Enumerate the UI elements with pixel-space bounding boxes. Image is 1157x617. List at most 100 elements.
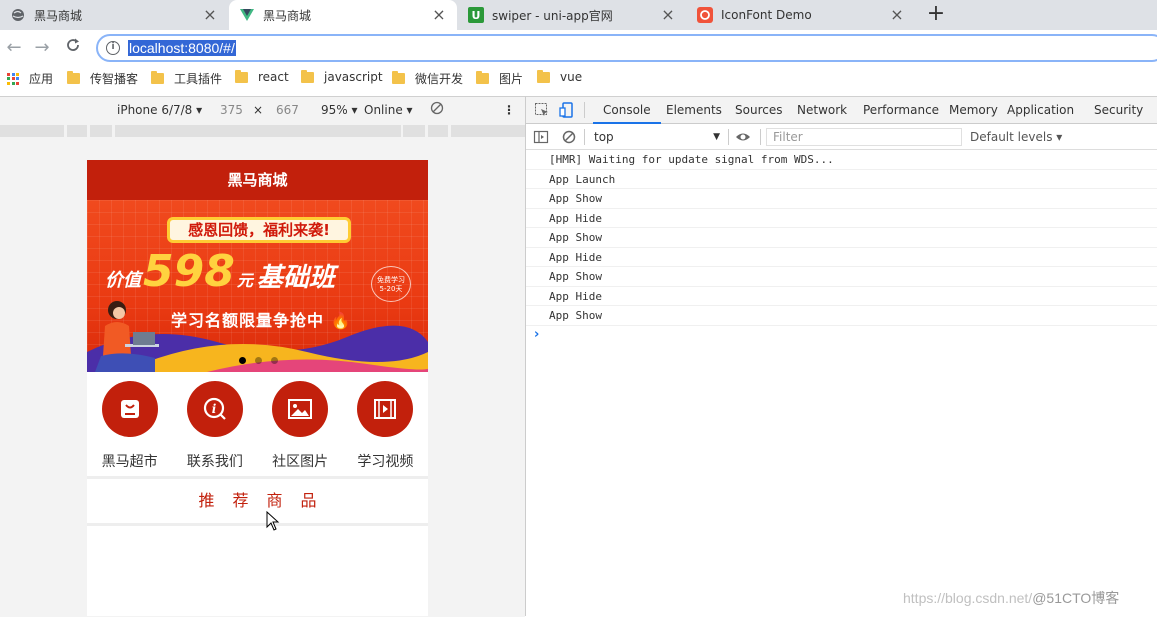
info-icon: i	[186, 381, 243, 437]
close-tab-icon[interactable]: ×	[660, 7, 676, 23]
site-info-icon[interactable]: i	[106, 41, 120, 55]
bookmarks-bar: 应用 传智播客 工具插件 react javascript 微信开发 图片 vu…	[0, 66, 1157, 92]
bookmark-label: javascript	[324, 70, 383, 84]
bookmark-folder[interactable]: 传智播客	[67, 70, 138, 87]
swiper-dot-active[interactable]	[239, 357, 246, 364]
media-query-ruler[interactable]	[0, 125, 525, 137]
browser-toolbar: ← → i localhost:8080/#/	[0, 30, 1157, 66]
more-options-icon[interactable]: ⋮	[503, 103, 515, 117]
browser-tab-1[interactable]: 黑马商城 ×	[0, 0, 228, 30]
device-toggle-icon[interactable]	[559, 102, 575, 118]
console-message: App Launch	[526, 170, 1157, 189]
bookmark-folder[interactable]: javascript	[301, 69, 383, 84]
tab-console[interactable]: Console	[593, 97, 661, 124]
new-tab-button[interactable]: +	[924, 3, 948, 27]
address-bar[interactable]: i localhost:8080/#/	[96, 34, 1157, 62]
console-message: App Show	[526, 267, 1157, 287]
console-prompt[interactable]: ›	[526, 326, 1157, 344]
banner-swiper[interactable]: 感恩回馈，福利来袭! 价值 598 元 基础班 免费学习 5-20天 学习名额限…	[87, 200, 428, 372]
device-toolbar: iPhone 6/7/8 ▾ 375 × 667 95% ▾ Online ▾ …	[0, 97, 525, 123]
folder-icon	[476, 71, 489, 84]
bookmark-apps[interactable]: 应用	[7, 70, 53, 87]
nav-item-supermarket[interactable]: 黑马超市	[87, 372, 172, 476]
device-select[interactable]: iPhone 6/7/8 ▾	[117, 103, 202, 117]
picture-icon	[272, 381, 329, 437]
swiper-indicator[interactable]	[239, 357, 278, 364]
device-width-input[interactable]: 375	[220, 103, 243, 117]
console-message: App Show	[526, 228, 1157, 248]
svg-text:U: U	[472, 9, 481, 22]
reload-button[interactable]	[61, 36, 85, 60]
reload-icon	[67, 38, 79, 51]
tab-security[interactable]: Security	[1094, 97, 1143, 124]
close-tab-icon[interactable]: ×	[889, 7, 905, 23]
folder-icon	[67, 71, 80, 84]
uniapp-logo-icon: U	[468, 7, 484, 23]
close-tab-icon[interactable]: ×	[202, 7, 218, 23]
rotate-icon[interactable]	[430, 101, 444, 118]
banner-headline: 感恩回馈，福利来袭!	[167, 217, 351, 243]
tab-sources[interactable]: Sources	[735, 97, 782, 124]
network-throttle-select[interactable]: Online ▾	[364, 103, 413, 117]
zoom-select[interactable]: 95% ▾	[321, 103, 358, 117]
browser-tab-4[interactable]: IconFont Demo ×	[687, 0, 915, 30]
folder-icon	[151, 71, 164, 84]
bookmark-folder[interactable]: react	[235, 69, 289, 84]
dimension-separator: ×	[253, 103, 264, 117]
tab-memory[interactable]: Memory	[949, 97, 998, 124]
log-levels-select[interactable]: Default levels ▾	[970, 128, 1062, 146]
bookmark-folder[interactable]: vue	[537, 69, 582, 84]
console-message: App Hide	[526, 248, 1157, 267]
app-navigation-bar: 黑马商城	[87, 160, 428, 200]
swiper-dot[interactable]	[255, 357, 262, 364]
fire-icon: 🔥	[330, 311, 352, 330]
nav-item-contact[interactable]: i 联系我们	[172, 372, 257, 476]
tab-network[interactable]: Network	[797, 97, 847, 124]
console-toolbar: top ▼ Filter Default levels ▾	[526, 124, 1157, 150]
video-icon	[357, 381, 414, 437]
browser-tab-strip: 黑马商城 × 黑马商城 × U swiper - uni-app官网 × Ico…	[0, 0, 1157, 30]
back-button[interactable]: ←	[2, 36, 26, 60]
app-page: 黑马商城 感恩回馈，福利来袭! 价值 598 元 基础班 免费学习 5-20天 …	[87, 160, 428, 616]
browser-tab-2[interactable]: 黑马商城 ×	[229, 0, 457, 30]
tab-performance[interactable]: Performance	[863, 97, 939, 124]
nav-label: 黑马超市	[101, 454, 158, 470]
console-message: [HMR] Waiting for update signal from WDS…	[526, 150, 1157, 170]
bookmark-label: 应用	[29, 72, 54, 86]
nav-label: 社区图片	[272, 454, 329, 470]
banner-price-line: 价值 598 元 基础班	[105, 246, 335, 297]
bookmark-folder[interactable]: 图片	[476, 70, 523, 87]
nav-item-pictures[interactable]: 社区图片	[258, 372, 343, 476]
tab-title: 黑马商城	[34, 8, 83, 23]
dropdown-arrow-icon: ▼	[713, 132, 720, 142]
bookmark-folder[interactable]: 工具插件	[151, 70, 222, 87]
nav-label: 联系我们	[186, 454, 243, 470]
forward-button[interactable]: →	[30, 36, 54, 60]
bookmark-folder[interactable]: 微信开发	[392, 70, 463, 87]
show-sidebar-icon[interactable]	[533, 129, 549, 145]
bookmark-label: 图片	[499, 72, 524, 86]
student-illustration	[95, 301, 159, 372]
device-height-input[interactable]: 667	[276, 103, 299, 117]
swiper-dot[interactable]	[271, 357, 278, 364]
shop-icon	[101, 381, 158, 437]
live-expression-eye-icon[interactable]	[735, 129, 751, 145]
context-selector[interactable]: top ▼	[590, 128, 724, 146]
console-output: [HMR] Waiting for update signal from WDS…	[526, 150, 1157, 344]
close-tab-icon[interactable]: ×	[431, 7, 447, 23]
tab-title: IconFont Demo	[721, 8, 812, 22]
inspect-element-icon[interactable]	[534, 102, 550, 118]
globe-icon	[10, 7, 26, 23]
url-text[interactable]: localhost:8080/#/	[128, 40, 236, 56]
console-filter-input[interactable]: Filter	[766, 128, 962, 146]
tab-application[interactable]: Application	[1007, 97, 1074, 124]
console-message: App Show	[526, 306, 1157, 326]
tab-title: swiper - uni-app官网	[492, 8, 613, 23]
nav-item-videos[interactable]: 学习视频	[343, 372, 428, 476]
free-study-badge: 免费学习 5-20天	[371, 266, 411, 302]
bookmark-label: react	[258, 70, 289, 84]
browser-tab-3[interactable]: U swiper - uni-app官网 ×	[458, 0, 686, 30]
tab-elements[interactable]: Elements	[666, 97, 722, 124]
recommended-goods-title: 推荐商品	[198, 491, 335, 510]
clear-console-icon[interactable]	[561, 129, 577, 145]
